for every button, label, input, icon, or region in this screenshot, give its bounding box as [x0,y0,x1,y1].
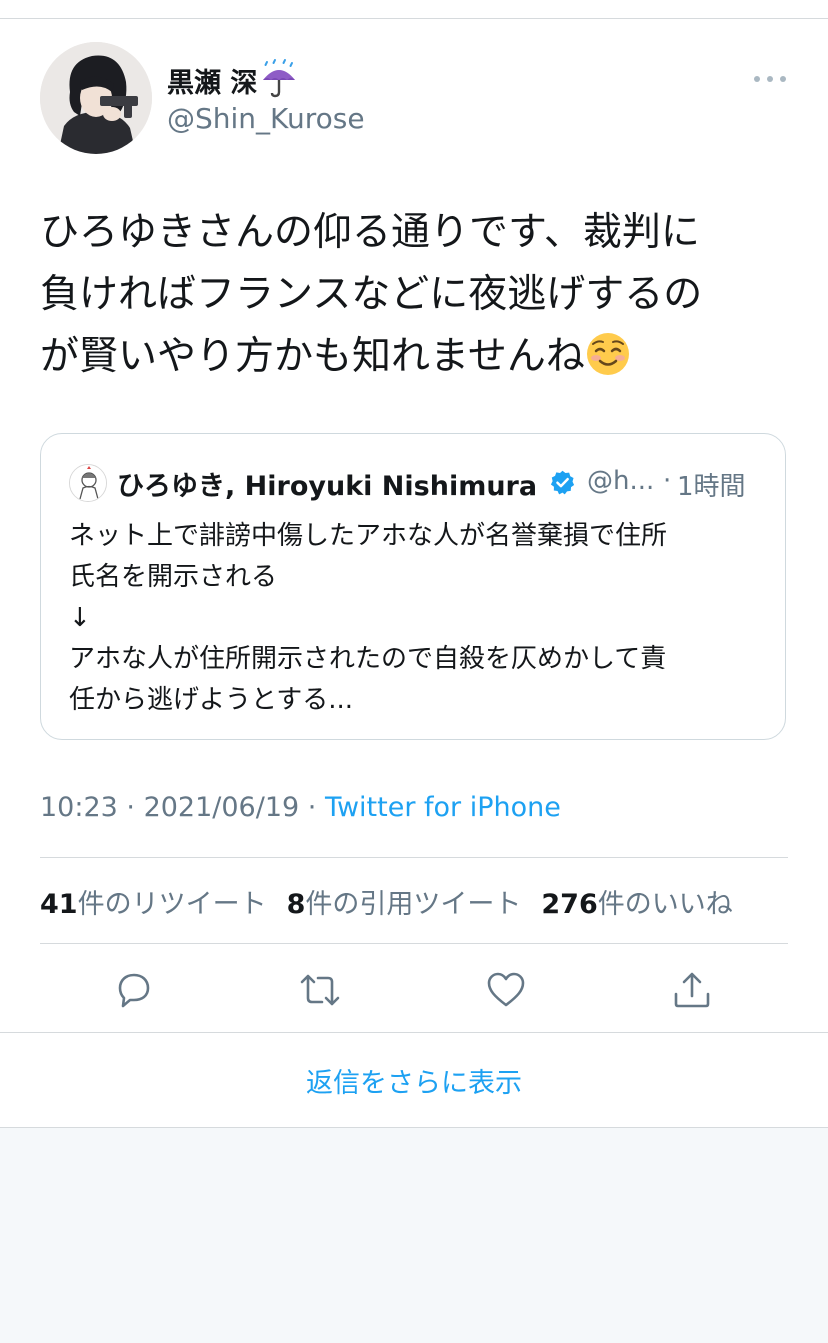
tweet-line-text: が賢いやり方かも知れませんね [40,334,585,379]
tweet-line: が賢いやり方かも知れませんね [40,326,800,396]
quote-count-link[interactable]: 8件の引用ツイート [287,889,522,920]
tweet-metadata: 10:23 · 2021/06/19 · Twitter for iPhone [40,792,561,823]
quote-count-label: 件の引用ツイート [305,889,522,920]
verified-badge-icon [549,469,576,496]
smiling-face-icon [585,331,631,396]
retweet-icon[interactable] [298,968,342,1012]
author-name[interactable]: 黒瀬 深 [167,58,299,105]
quoted-author-name[interactable]: ひろゆき, Hiroyuki Nishimura [117,464,537,503]
footer-area [0,1128,828,1343]
reply-icon[interactable] [112,968,156,1012]
show-more-replies-button[interactable]: 返信をさらに表示 [0,1033,828,1127]
quoted-author-avatar[interactable] [69,464,107,502]
tweet-time: 10:23 [40,792,118,823]
top-divider [0,18,828,19]
divider [40,857,788,858]
more-options-icon[interactable] [752,70,788,88]
umbrella-with-rain-icon [259,58,299,105]
quoted-line: 氏名を開示される [69,562,278,592]
quoted-line: アホな人が住所開示されたので自殺を仄めかして責 [69,644,667,674]
like-count-link[interactable]: 276件のいいね [541,889,732,920]
tweet-line: ひろゆきさんの仰る通りです、裁判に [40,210,700,255]
quoted-author-handle: @h... [587,466,655,496]
tweet-source-link[interactable]: Twitter for iPhone [325,792,561,823]
tweet-text: ひろゆきさんの仰る通りです、裁判に 負ければフランスなどに夜逃げするの が賢いや… [40,202,800,396]
share-icon[interactable] [670,968,714,1012]
retweet-count-link[interactable]: 41件のリツイート [40,889,267,920]
tweet-line: 負ければフランスなどに夜逃げするの [40,272,703,317]
meta-separator: · [117,792,144,823]
author-handle[interactable]: @Shin_Kurose [167,102,365,135]
quoted-text: ネット上で誹謗中傷したアホな人が名誉棄損で住所 氏名を開示される ↓ アホな人が… [69,516,769,721]
quoted-timestamp: 1時間 [677,472,746,502]
quoted-line: ネット上で誹謗中傷したアホな人が名誉棄損で住所 [69,521,668,551]
quoted-tweet[interactable]: ひろゆき, Hiroyuki Nishimura @h... · 1時間 ネット… [40,433,786,740]
author-avatar[interactable] [40,42,152,154]
quote-count: 8 [286,889,306,920]
like-count-label: 件のいいね [597,889,733,920]
like-count: 276 [541,889,598,920]
quoted-line: ↓ [69,603,91,633]
quoted-separator: · [663,466,672,496]
tweet-date: 2021/06/19 [143,792,300,823]
divider [40,943,788,944]
retweet-count-label: 件のリツイート [77,889,267,920]
meta-separator: · [299,792,325,823]
retweet-count: 41 [40,889,78,920]
like-icon[interactable] [484,968,528,1012]
author-name-text: 黒瀬 深 [167,68,258,99]
quoted-line: 任から逃げようとする... [69,685,354,715]
engagement-stats: 41件のリツイート 8件の引用ツイート 276件のいいね [40,882,733,921]
